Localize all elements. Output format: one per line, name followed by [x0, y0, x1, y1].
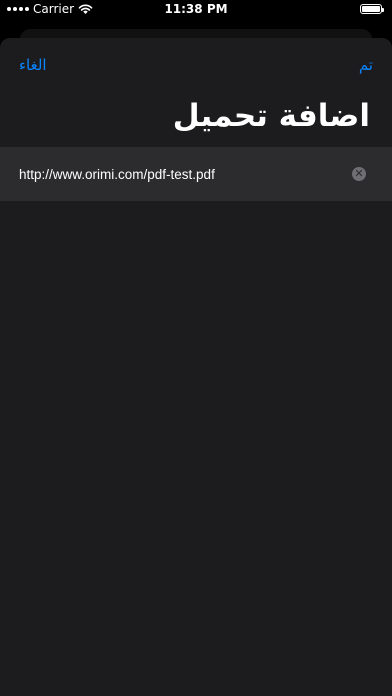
status-time: 11:38 PM	[164, 2, 228, 16]
clear-circle-icon[interactable]: ✕	[352, 167, 366, 181]
screen: Carrier 11:38 PM الغاء تم اضافة تحميل ✕	[0, 0, 392, 696]
url-input[interactable]	[19, 147, 329, 201]
page-title: اضافة تحميل	[172, 98, 370, 134]
cancel-button[interactable]: الغاء	[19, 56, 47, 74]
status-bar: Carrier 11:38 PM	[0, 0, 392, 20]
battery-icon	[360, 4, 384, 14]
done-button[interactable]: تم	[359, 56, 373, 74]
battery-fill	[362, 6, 380, 12]
add-download-sheet: الغاء تم اضافة تحميل ✕	[0, 38, 392, 696]
url-field-row: ✕	[0, 147, 392, 201]
